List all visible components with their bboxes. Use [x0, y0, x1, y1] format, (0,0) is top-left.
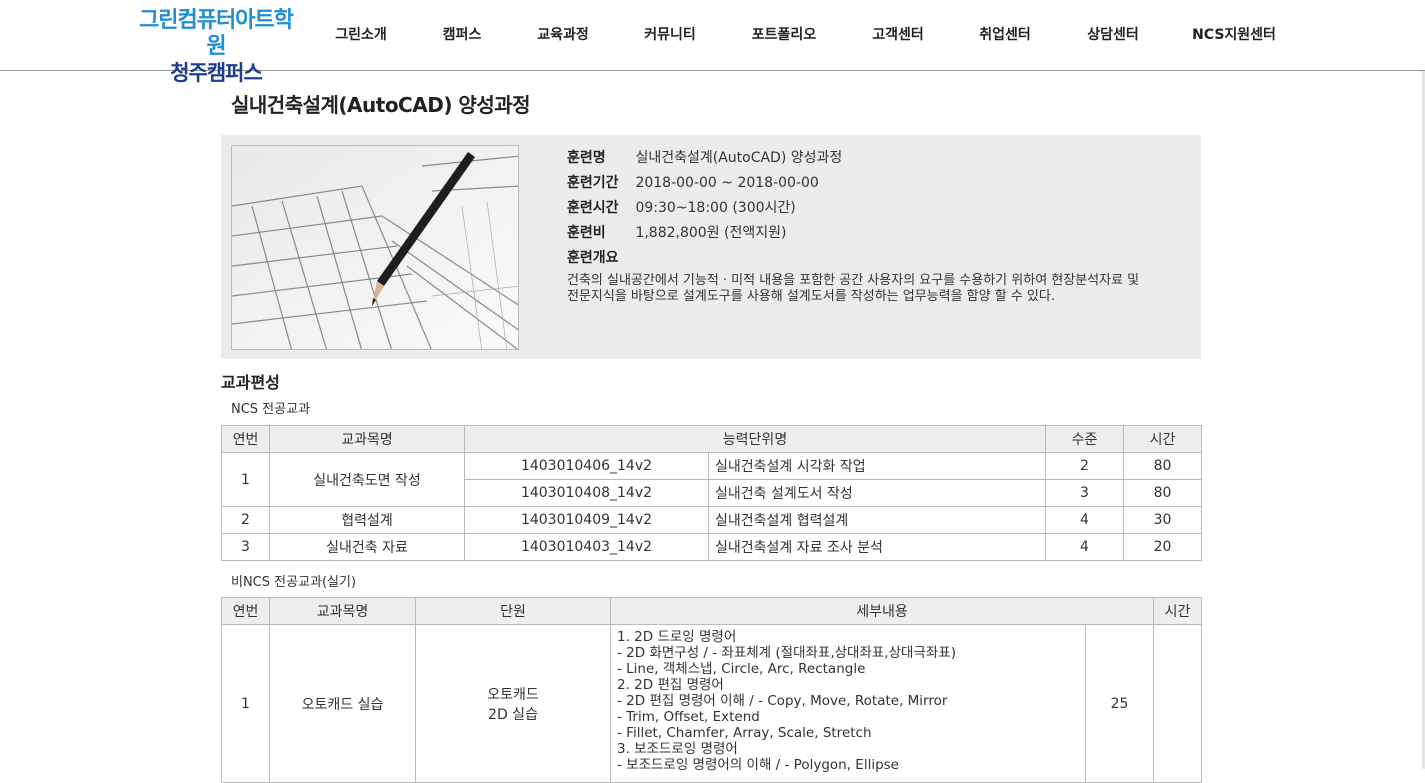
nav-item-community[interactable]: 커뮤니티 [644, 24, 696, 44]
cell-no: 2 [221, 506, 270, 534]
info-row-period: 훈련기간 2018-00-00 ~ 2018-00-00 [567, 172, 1192, 197]
cell-unit-line: 오토캐드 [487, 686, 539, 703]
detail-line: - 보조드로잉 명령어의 이해 / - Polygon, Ellipse [617, 757, 899, 773]
info-label-summary: 훈련개요 [567, 250, 619, 266]
info-label-name: 훈련명 [567, 150, 606, 166]
col-header-unit: 능력단위명 [464, 425, 1046, 453]
cell-unit-name: 실내건축 설계도서 작성 [708, 479, 1046, 507]
cell-hours: 80 [1123, 452, 1202, 480]
info-row-name: 훈련명 실내건축설계(AutoCAD) 양성과정 [567, 147, 1192, 172]
ncs-table: 연번 교과목명 능력단위명 수준 시간 1 실내건축도면 작성 14030104… [221, 425, 1202, 561]
info-label-period: 훈련기간 [567, 175, 619, 191]
cell-unit-code: 1403010408_14v2 [464, 479, 709, 507]
detail-line: - Line, 객체스냅, Circle, Arc, Rectangle [617, 661, 866, 677]
curriculum-title: 교과편성 [221, 373, 280, 392]
col-header-hours: 시간 [1123, 425, 1202, 453]
cell-unit: 오토캐드 2D 실습 [415, 624, 611, 783]
info-label-fee: 훈련비 [567, 225, 606, 241]
table-row: 3 실내건축 자료 1403010403_14v2 실내건축설계 자료 조사 분… [221, 533, 1202, 561]
table-header-row: 연번 교과목명 능력단위명 수준 시간 [221, 425, 1202, 453]
nav-item-customer-center[interactable]: 고객센터 [872, 24, 924, 44]
info-summary-line: 전문지식을 바탕으로 설계도구를 사용해 설계도서를 작성하는 업무능력을 함양… [567, 289, 1055, 304]
cell-hours-total [1153, 624, 1202, 783]
cell-level: 4 [1045, 506, 1124, 534]
detail-line: 1. 2D 드로잉 명령어 [617, 629, 737, 645]
cell-hours: 80 [1123, 479, 1202, 507]
table-header-row: 연번 교과목명 단원 세부내용 시간 [221, 597, 1202, 625]
detail-line: - 2D 편집 명령어 이해 / - Copy, Move, Rotate, M… [617, 693, 948, 709]
course-info-list: 훈련명 실내건축설계(AutoCAD) 양성과정 훈련기간 2018-00-00… [567, 147, 1192, 305]
cell-hours: 20 [1123, 533, 1202, 561]
main-nav: 그린소개 캠퍼스 교육과정 커뮤니티 포트폴리오 고객센터 취업센터 상담센터 … [300, 24, 1300, 46]
table-row: 2 협력설계 1403010409_14v2 실내건축설계 협력설계 4 30 [221, 506, 1202, 534]
cell-unit-code: 1403010409_14v2 [464, 506, 709, 534]
cell-no: 1 [221, 624, 270, 783]
cell-unit-name: 실내건축설계 협력설계 [708, 506, 1046, 534]
col-header-subject: 교과목명 [269, 425, 465, 453]
cell-subject: 실내건축도면 작성 [269, 452, 465, 507]
detail-line: - Trim, Offset, Extend [617, 709, 760, 725]
col-header-no: 연번 [221, 597, 270, 625]
info-row-summary: 훈련개요 [567, 247, 1192, 272]
cell-details: 1. 2D 드로잉 명령어 - 2D 화면구성 / - 좌표체계 (절대좌표,상… [610, 624, 1086, 783]
cell-unit-code: 1403010406_14v2 [464, 452, 709, 480]
ncs-subtitle: NCS 전공교과 [231, 402, 311, 417]
info-row-time: 훈련시간 09:30~18:00 (300시간) [567, 197, 1192, 222]
cell-subject: 오토캐드 실습 [269, 624, 416, 783]
detail-line: 2. 2D 편집 명령어 [617, 677, 724, 693]
page-title: 실내건축설계(AutoCAD) 양성과정 [231, 93, 531, 117]
col-header-level: 수준 [1045, 425, 1124, 453]
course-info-box: 훈련명 실내건축설계(AutoCAD) 양성과정 훈련기간 2018-00-00… [221, 135, 1201, 359]
col-header-hours: 시간 [1153, 597, 1202, 625]
cell-unit-line: 2D 실습 [488, 706, 538, 723]
col-header-subject: 교과목명 [269, 597, 416, 625]
site-header: 그린컴퓨터아트학원 청주캠퍼스 그린소개 캠퍼스 교육과정 커뮤니티 포트폴리오… [0, 0, 1425, 85]
table-row: 1 오토캐드 실습 오토캐드 2D 실습 1. 2D 드로잉 명령어 - 2D … [221, 624, 1202, 783]
info-value-fee: 1,882,800원 (전액지원) [635, 225, 787, 241]
table-row: 1 실내건축도면 작성 1403010406_14v2 실내건축설계 시각화 작… [221, 452, 1202, 507]
site-logo[interactable]: 그린컴퓨터아트학원 청주캠퍼스 [131, 8, 301, 86]
cell-level: 4 [1045, 533, 1124, 561]
logo-academy-name: 그린컴퓨터아트학원 [139, 8, 294, 59]
info-summary-text: 건축의 실내공간에서 기능적 · 미적 내용을 포함한 공간 사용자의 요구를 … [567, 273, 1192, 305]
col-header-unit: 단원 [415, 597, 611, 625]
course-image [231, 145, 519, 350]
nav-item-courses[interactable]: 교육과정 [537, 24, 589, 44]
info-summary-line: 건축의 실내공간에서 기능적 · 미적 내용을 포함한 공간 사용자의 요구를 … [567, 273, 1140, 288]
info-row-fee: 훈련비 1,882,800원 (전액지원) [567, 222, 1192, 247]
non-ncs-subtitle: 비NCS 전공교과(실기) [231, 575, 357, 590]
non-ncs-table: 연번 교과목명 단원 세부내용 시간 1 오토캐드 실습 오토캐드 2D 실습 … [221, 597, 1202, 783]
nav-item-consulting-center[interactable]: 상담센터 [1087, 24, 1139, 44]
detail-line: 3. 보조드로잉 명령어 [617, 741, 738, 757]
cell-unit-name: 실내건축설계 자료 조사 분석 [708, 533, 1046, 561]
nav-item-job-center[interactable]: 취업센터 [979, 24, 1031, 44]
cell-subject: 실내건축 자료 [269, 533, 465, 561]
col-header-no: 연번 [221, 425, 270, 453]
col-header-details: 세부내용 [610, 597, 1154, 625]
nav-item-campus[interactable]: 캠퍼스 [443, 24, 482, 44]
detail-line: - Fillet, Chamfer, Array, Scale, Stretch [617, 725, 872, 741]
info-label-time: 훈련시간 [567, 200, 619, 216]
cell-subject: 협력설계 [269, 506, 465, 534]
cell-no: 3 [221, 533, 270, 561]
cell-no: 1 [221, 452, 270, 507]
cell-hours: 30 [1123, 506, 1202, 534]
cell-unit-code: 1403010403_14v2 [464, 533, 709, 561]
info-value-period: 2018-00-00 ~ 2018-00-00 [635, 175, 819, 191]
nav-item-about[interactable]: 그린소개 [335, 24, 387, 44]
info-value-time: 09:30~18:00 (300시간) [635, 200, 796, 216]
cell-level: 3 [1045, 479, 1124, 507]
logo-campus-name: 청주캠퍼스 [170, 61, 263, 85]
cell-hours: 25 [1085, 624, 1154, 783]
nav-item-ncs-center[interactable]: NCS지원센터 [1192, 24, 1276, 44]
nav-item-portfolio[interactable]: 포트폴리오 [752, 24, 816, 44]
cell-unit-name: 실내건축설계 시각화 작업 [708, 452, 1046, 480]
cell-level: 2 [1045, 452, 1124, 480]
detail-line: - 2D 화면구성 / - 좌표체계 (절대좌표,상대좌표,상대극좌표) [617, 645, 956, 661]
info-value-name: 실내건축설계(AutoCAD) 양성과정 [635, 150, 843, 166]
